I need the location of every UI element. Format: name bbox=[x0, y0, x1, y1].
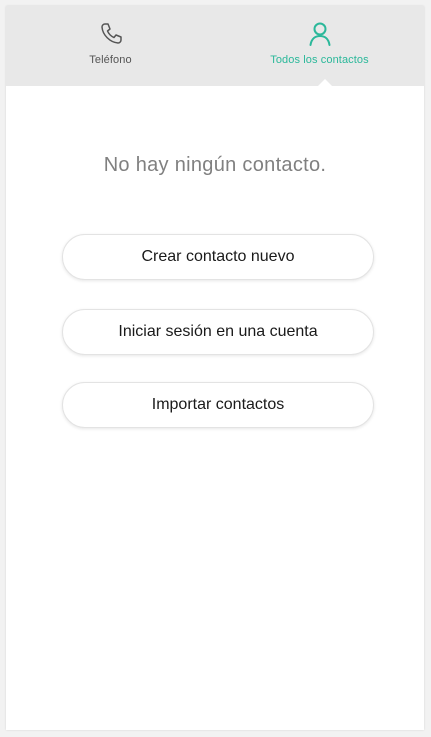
import-contacts-button-label: Importar contactos bbox=[151, 396, 285, 413]
tab-bar: Teléfono Todos los contactos bbox=[6, 6, 424, 86]
create-contact-button[interactable]: Crear contacto nuevo bbox=[62, 234, 374, 280]
main-content: No hay ningún contacto. Crear contacto n… bbox=[6, 86, 424, 730]
import-contacts-button[interactable]: Importar contactos bbox=[62, 382, 374, 428]
phone-icon bbox=[100, 23, 122, 44]
sign-in-account-button[interactable]: Iniciar sesión en una cuenta bbox=[62, 309, 374, 355]
tab-phone[interactable]: Teléfono bbox=[6, 6, 215, 86]
active-tab-indicator bbox=[318, 79, 332, 86]
sign-in-account-button-label: Iniciar sesión en una cuenta bbox=[118, 323, 318, 340]
empty-state-message: No hay ningún contacto. bbox=[103, 154, 327, 176]
tab-phone-label: Teléfono bbox=[89, 54, 132, 66]
tab-all-contacts-label: Todos los contactos bbox=[270, 54, 369, 66]
contacts-screen: Teléfono Todos los contactos No hay ning… bbox=[6, 6, 424, 730]
create-contact-button-label: Crear contacto nuevo bbox=[141, 248, 295, 265]
tab-all-contacts[interactable]: Todos los contactos bbox=[215, 6, 424, 86]
person-icon bbox=[309, 22, 330, 46]
